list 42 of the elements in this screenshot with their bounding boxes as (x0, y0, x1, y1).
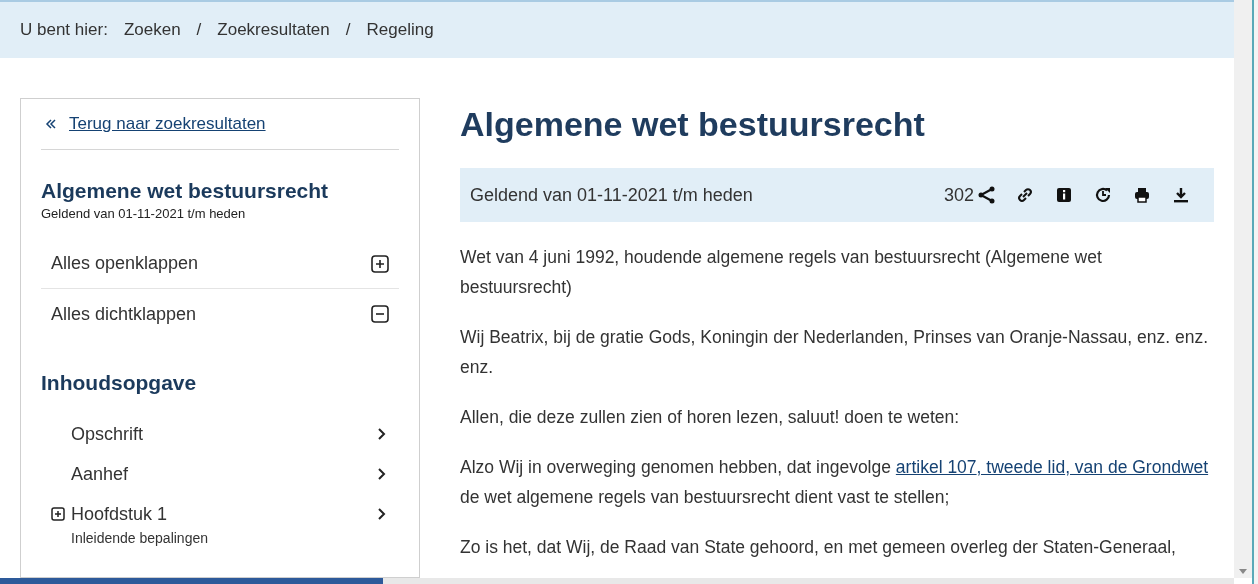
toc-title: Inhoudsopgave (41, 370, 198, 397)
text-link[interactable]: , van de Grondwet (1065, 457, 1209, 477)
scrollbar[interactable] (1234, 0, 1252, 578)
toc-link[interactable]: Aanhef (71, 462, 377, 485)
validity-text: Geldend van 01-11-2021 t/m heden (470, 183, 754, 207)
paragraph: Wij Beatrix, bij de gratie Gods, Koningin der Nederlanden, Prinses van Oranje-Nassau, enz. enz. enz. (460, 326, 1210, 379)
history-icon[interactable] (1094, 186, 1112, 204)
share-icon[interactable] (978, 186, 996, 204)
toggle-all-button[interactable]: Alles dichtklappen (41, 289, 399, 340)
breadcrumb-current: Regeling (366, 19, 434, 42)
paragraph: Zo is het, dat Wij, de Raad van State gehoord, en met gemeen overleg der Staten-Generaal, (460, 536, 1177, 559)
info-icon[interactable] (1055, 186, 1073, 204)
breadcrumb-separator: / (196, 19, 202, 42)
toggle-all-button[interactable]: Alles openklappen (41, 239, 399, 290)
plus-square-icon (371, 254, 389, 273)
breadcrumb-link[interactable]: Zoekresultaten (217, 17, 330, 43)
chevron-right-icon[interactable] (377, 466, 387, 481)
text-link[interactable]: , tweede lid (976, 457, 1066, 477)
paragraph: Allen, die deze zullen zien of horen lezen, saluut! doen te weten: (460, 406, 961, 429)
chevron-right-icon[interactable] (377, 426, 387, 441)
minus-square-icon (371, 305, 389, 324)
breadcrumb-separator: / (345, 19, 351, 42)
sidebar-title: Algemene wet bestuursrecht (41, 177, 330, 204)
print-icon[interactable] (1133, 186, 1151, 204)
back-link[interactable]: Terug naar zoekresultaten (69, 111, 266, 137)
share-count: 302 (943, 183, 974, 207)
sidebar-subtitle: Geldend van 01-11-2021 t/m heden (41, 204, 247, 223)
scroll-down-icon[interactable] (1239, 569, 1247, 574)
double-chevron-left-icon (45, 117, 57, 130)
breadcrumb-link[interactable]: Zoeken (123, 17, 181, 43)
paragraph: Wet van 4 juni 1992, houdende algemene regels van bestuursrecht (Algemene wet bestuursrecht) (460, 246, 1103, 299)
document-title: Algemene wet bestuursrecht (460, 104, 926, 145)
toc-subtitle: Inleidende bepalingen (71, 528, 209, 547)
breadcrumb-label: U bent hier: (20, 19, 108, 42)
download-icon[interactable] (1172, 186, 1190, 204)
plus-square-icon[interactable] (51, 506, 65, 521)
toc-link[interactable]: Hoofdstuk 1 (71, 502, 377, 525)
toc-link[interactable]: Opschrift (71, 422, 377, 445)
paragraph: Alzo Wij in overweging genomen hebben, dat ingevolge artikel 107, tweede lid, van de Grondwet de wet algemene regels van bestuursrecht dient vast te stellen; (460, 456, 1210, 509)
text-link[interactable]: artikel 107 (895, 457, 977, 477)
link-icon[interactable] (1016, 186, 1034, 204)
chevron-right-icon[interactable] (377, 506, 387, 521)
